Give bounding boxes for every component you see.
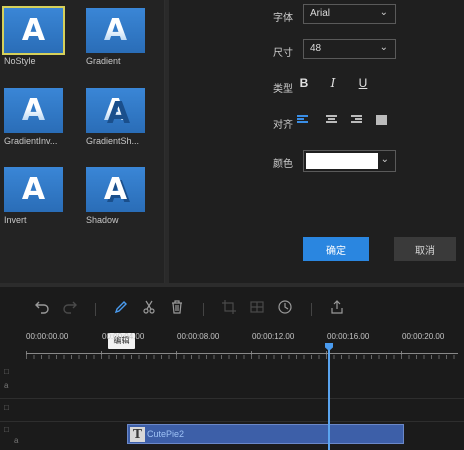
clock-icon[interactable] (278, 300, 292, 317)
text-settings-panel: A NoStyle A Gradient A GradientInv... A … (0, 0, 464, 283)
time-label: 00:00:08.00 (177, 332, 220, 341)
time-label: 00:00:04.00 (102, 332, 145, 341)
style-letter: A (21, 92, 46, 128)
italic-button[interactable]: I (326, 76, 340, 90)
lock-icon[interactable]: □ (4, 425, 9, 434)
style-letter: A (21, 12, 46, 48)
style-tile-gradient-shadow[interactable]: A GradientSh... (86, 88, 166, 146)
chevron-down-icon: ⌄ (380, 154, 389, 165)
style-thumbnail: A (86, 167, 145, 212)
edit-pencil-icon[interactable] (114, 300, 128, 317)
align-center-icon[interactable] (326, 115, 337, 125)
timeline-ruler[interactable] (26, 346, 458, 359)
align-right-icon[interactable] (351, 115, 362, 125)
time-label: 00:00:00.00 (26, 332, 69, 341)
lock-icon[interactable]: a (14, 436, 18, 445)
style-thumbnail: A (86, 8, 145, 53)
lock-icon[interactable]: □ (4, 367, 9, 376)
size-label: 尺寸 (273, 48, 293, 59)
align-label: 对齐 (273, 120, 293, 131)
style-name: GradientSh... (86, 136, 140, 146)
style-thumbnail: A (2, 6, 65, 55)
clip-name: CutePie2 (147, 429, 185, 439)
style-thumbnail: A (4, 167, 63, 212)
scissors-icon[interactable] (142, 300, 156, 317)
mosaic-icon[interactable] (249, 300, 265, 317)
underline-button[interactable]: U (356, 76, 370, 90)
time-label: 00:00:20.00 (402, 332, 445, 341)
lock-icon[interactable]: a (4, 381, 8, 390)
style-name: Shadow (86, 215, 119, 225)
style-name: Invert (4, 215, 27, 225)
style-name: GradientInv... (4, 136, 58, 146)
toolbar-separator (95, 303, 96, 316)
style-tile-gradient[interactable]: A Gradient (86, 8, 166, 66)
font-label: 字体 (273, 13, 293, 24)
redo-icon[interactable] (62, 300, 78, 317)
toolbar-separator (311, 303, 312, 316)
color-picker[interactable]: ⌄ (303, 150, 396, 172)
toolbar-separator (203, 303, 204, 316)
style-tile-invert[interactable]: A Invert (4, 167, 84, 225)
ok-button[interactable]: 确定 (303, 237, 369, 261)
styles-scrollbar[interactable] (165, 0, 169, 283)
chevron-down-icon: ⌄ (379, 7, 388, 18)
style-tile-nostyle[interactable]: A NoStyle (2, 6, 84, 66)
undo-icon[interactable] (34, 300, 50, 317)
timeline-text-clip[interactable]: T CutePie2 (127, 424, 404, 444)
export-icon[interactable] (330, 300, 344, 317)
bold-button[interactable]: B (297, 76, 311, 90)
align-justify-icon[interactable] (376, 115, 387, 125)
lock-icon[interactable]: □ (4, 403, 9, 412)
trash-icon[interactable] (170, 300, 184, 317)
crop-icon[interactable] (222, 300, 236, 317)
type-label: 类型 (273, 84, 293, 95)
align-left-icon[interactable] (297, 115, 308, 125)
ruler-baseline (26, 353, 458, 354)
style-thumbnail: A (4, 88, 63, 133)
track-divider (0, 421, 464, 422)
chevron-down-icon: ⌄ (379, 42, 388, 53)
color-swatch (306, 153, 378, 169)
time-label: 00:00:16.00 (327, 332, 370, 341)
cancel-button[interactable]: 取消 (394, 237, 456, 261)
playhead-line[interactable] (328, 350, 330, 450)
font-value: Arial (310, 8, 331, 19)
style-letter: A (103, 12, 128, 48)
text-clip-icon: T (130, 427, 145, 442)
style-name: NoStyle (4, 56, 36, 66)
font-dropdown[interactable]: Arial ⌄ (303, 4, 396, 24)
size-dropdown[interactable]: 48 ⌄ (303, 39, 396, 59)
style-tile-shadow[interactable]: A Shadow (86, 167, 166, 225)
style-letter: A (103, 92, 128, 128)
style-letter: A (103, 171, 128, 207)
color-label: 颜色 (273, 159, 293, 170)
style-thumbnail: A (86, 88, 145, 133)
time-label: 00:00:12.00 (252, 332, 295, 341)
size-value: 48 (310, 43, 322, 54)
style-tile-gradient-inverse[interactable]: A GradientInv... (4, 88, 84, 146)
style-letter: A (21, 171, 46, 207)
track-divider (0, 398, 464, 399)
style-presets-panel: A NoStyle A Gradient A GradientInv... A … (0, 0, 165, 283)
style-name: Gradient (86, 56, 121, 66)
